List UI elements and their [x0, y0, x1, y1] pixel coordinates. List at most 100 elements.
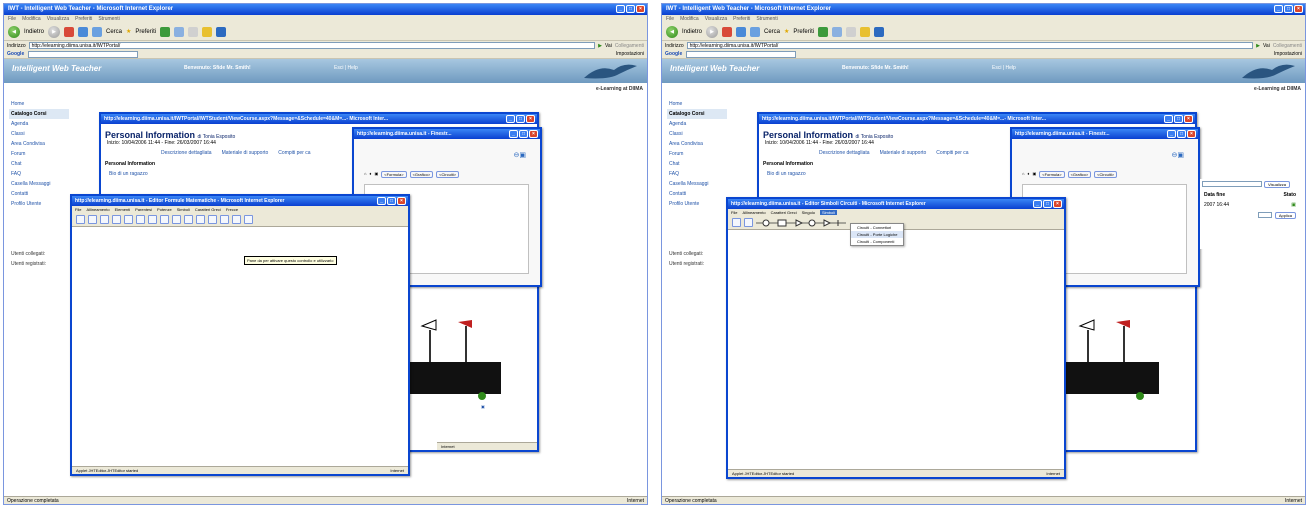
- page-size-input[interactable]: [1257, 212, 1272, 218]
- apply-button[interactable]: Applica: [1274, 212, 1296, 219]
- minimize-icon[interactable]: _: [1167, 130, 1176, 138]
- minimize-icon[interactable]: _: [1033, 200, 1042, 208]
- fraction-icon[interactable]: [100, 215, 109, 224]
- minimize-icon[interactable]: _: [1274, 5, 1283, 13]
- links-label[interactable]: Collegamenti: [615, 43, 644, 49]
- menu-view[interactable]: Visualizza: [47, 16, 69, 22]
- menu-tools[interactable]: Strumenti: [756, 16, 777, 22]
- menu-alignment[interactable]: Allineamento: [742, 210, 765, 215]
- menu-powers[interactable]: Potenze: [157, 207, 172, 212]
- close-icon[interactable]: ×: [529, 130, 538, 138]
- circuit-button[interactable]: <Circuiti>: [436, 171, 460, 178]
- mail-icon[interactable]: [846, 26, 857, 37]
- go-icon[interactable]: ▶: [1256, 43, 1260, 49]
- graph-button[interactable]: <Grafico>: [409, 171, 434, 178]
- matrix-icon[interactable]: [196, 215, 205, 224]
- home-icon[interactable]: [92, 26, 103, 37]
- close-icon[interactable]: ×: [1053, 200, 1062, 208]
- refresh-icon[interactable]: [736, 26, 747, 37]
- close-icon[interactable]: ×: [636, 5, 645, 13]
- sidebar-item-shared[interactable]: Area Condivisa: [9, 139, 69, 149]
- go-label[interactable]: Vai: [605, 43, 612, 49]
- sidebar-item-messages[interactable]: Casella Messaggi: [667, 179, 727, 189]
- sidebar-item-home[interactable]: Home: [9, 99, 69, 109]
- home-icon[interactable]: ⌂: [364, 171, 366, 178]
- address-input[interactable]: http://elearning.diima.unisa.it/IWTPorta…: [28, 42, 596, 49]
- sidebar-item-forum[interactable]: Forum: [667, 149, 727, 159]
- sum-icon[interactable]: [136, 215, 145, 224]
- menu-single[interactable]: Singolo: [802, 210, 815, 215]
- forward-icon[interactable]: ▶: [706, 25, 719, 38]
- maximize-icon[interactable]: □: [1177, 130, 1186, 138]
- menu-parentheses[interactable]: Parentesi: [135, 207, 152, 212]
- messenger-icon[interactable]: [216, 26, 227, 37]
- maximize-icon[interactable]: □: [387, 197, 396, 205]
- circuit-editor-canvas[interactable]: [728, 230, 1064, 469]
- go-label[interactable]: Vai: [1263, 43, 1270, 49]
- sidebar-item-contacts[interactable]: Contatti: [9, 189, 69, 199]
- stop-icon[interactable]: [722, 26, 733, 37]
- close-icon[interactable]: ×: [526, 115, 535, 123]
- folder-icon[interactable]: [202, 26, 213, 37]
- sidebar-item-chat[interactable]: Chat: [667, 159, 727, 169]
- forward-icon[interactable]: [744, 218, 753, 227]
- google-search-input[interactable]: [28, 50, 139, 58]
- abs-icon[interactable]: [232, 215, 241, 224]
- excel-export-link[interactable]: ▣: [481, 404, 485, 409]
- forward-icon[interactable]: [88, 215, 97, 224]
- menu-edit[interactable]: Modifica: [22, 16, 41, 22]
- favorites-star-icon[interactable]: ★: [784, 28, 789, 35]
- sidebar-item-chat[interactable]: Chat: [9, 159, 69, 169]
- menu-tools[interactable]: Strumenti: [98, 16, 119, 22]
- formula-button[interactable]: <Formula>: [1039, 171, 1065, 178]
- minimize-icon[interactable]: _: [377, 197, 386, 205]
- tab-assignments[interactable]: Compiti per ca: [278, 150, 310, 156]
- save-icon[interactable]: ▣: [1032, 171, 1036, 178]
- formula-button[interactable]: <Formula>: [381, 171, 407, 178]
- menu-alignment[interactable]: Allineamento: [86, 207, 109, 212]
- tab-materials[interactable]: Materiale di supporto: [222, 150, 269, 156]
- media-icon[interactable]: [160, 26, 171, 37]
- sidebar-item-catalog[interactable]: Catalogo Corsi: [9, 109, 69, 119]
- menu-file[interactable]: File: [8, 16, 16, 22]
- links-label[interactable]: Collegamenti: [1273, 43, 1302, 49]
- circuit-symbols-strip[interactable]: [756, 218, 846, 228]
- sidebar-item-faq[interactable]: FAQ: [9, 169, 69, 179]
- mail-icon[interactable]: [188, 26, 199, 37]
- menu-greek[interactable]: Caratteri Greci: [771, 210, 797, 215]
- close-icon[interactable]: ×: [397, 197, 406, 205]
- settings-label[interactable]: Impostazioni: [616, 51, 644, 57]
- tab-materials[interactable]: Materiale di supporto: [880, 150, 927, 156]
- exit-help-link[interactable]: Esci | Help: [992, 65, 1016, 71]
- minimize-icon[interactable]: _: [616, 5, 625, 13]
- maximize-icon[interactable]: □: [516, 115, 525, 123]
- back-icon[interactable]: [732, 218, 741, 227]
- sidebar-item-messages[interactable]: Casella Messaggi: [9, 179, 69, 189]
- view-button[interactable]: Visualizza: [1264, 181, 1290, 188]
- close-icon[interactable]: ×: [1187, 130, 1196, 138]
- sidebar-item-home[interactable]: Home: [667, 99, 727, 109]
- close-icon[interactable]: ×: [1294, 5, 1303, 13]
- menu-favorites[interactable]: Preferiti: [733, 16, 750, 22]
- integral-icon[interactable]: [124, 215, 133, 224]
- sidebar-item-contacts[interactable]: Contatti: [667, 189, 727, 199]
- maximize-icon[interactable]: □: [1284, 5, 1293, 13]
- vector-icon[interactable]: [244, 215, 253, 224]
- sidebar-item-shared[interactable]: Area Condivisa: [667, 139, 727, 149]
- sidebar-item-profile[interactable]: Profilo Utente: [667, 199, 727, 209]
- sidebar-item-forum[interactable]: Forum: [9, 149, 69, 159]
- go-icon[interactable]: ▶: [598, 43, 602, 49]
- back-label[interactable]: Indietro: [682, 29, 702, 35]
- sidebar-item-profile[interactable]: Profilo Utente: [9, 199, 69, 209]
- menu-symbols[interactable]: Simboli: [819, 210, 838, 215]
- pin-icon[interactable]: ♦: [369, 171, 371, 178]
- back-icon[interactable]: [76, 215, 85, 224]
- menu-greek[interactable]: Caratteri Greci: [195, 207, 221, 212]
- history-icon[interactable]: [174, 26, 185, 37]
- address-input[interactable]: http://elearning.diima.unisa.it/IWTPorta…: [686, 42, 1254, 49]
- minimize-icon[interactable]: _: [506, 115, 515, 123]
- sidebar-item-classes[interactable]: Classi: [9, 129, 69, 139]
- bracket-icon[interactable]: [208, 215, 217, 224]
- status-icon[interactable]: ▣: [1291, 202, 1296, 208]
- minimize-icon[interactable]: _: [509, 130, 518, 138]
